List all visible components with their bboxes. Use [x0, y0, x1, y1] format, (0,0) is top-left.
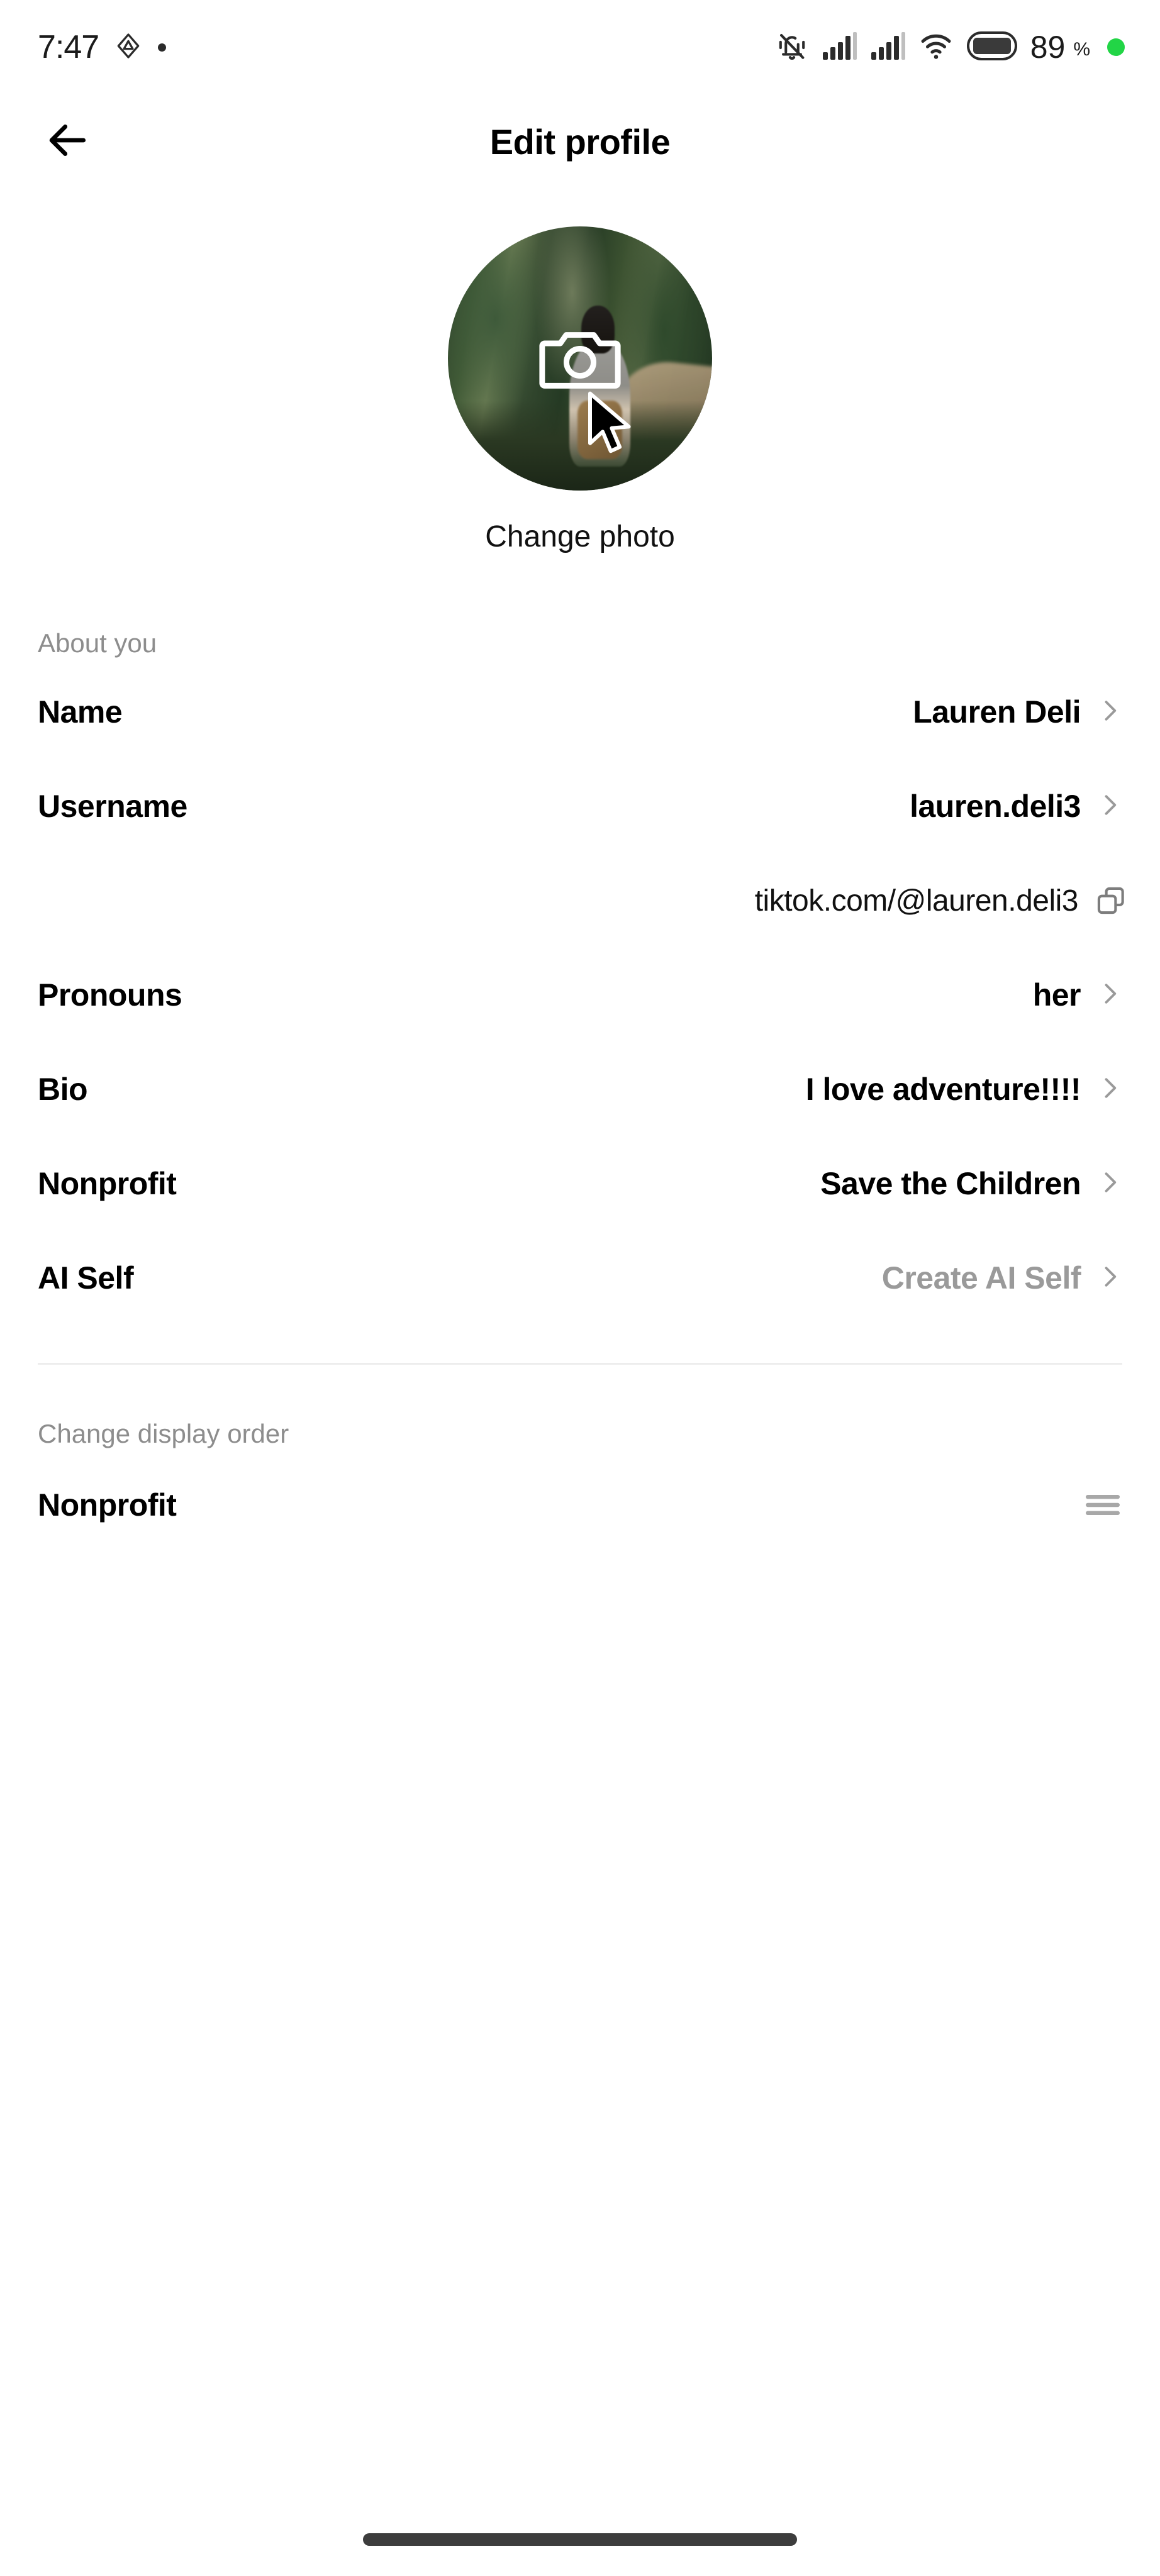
chevron-right-icon	[1096, 791, 1124, 822]
row-value: Save the Children	[820, 1166, 1081, 1201]
row-right: her	[1033, 977, 1124, 1013]
row-profile-url[interactable]: tiktok.com/@lauren.deli3	[0, 853, 1160, 948]
row-label: Username	[38, 789, 187, 824]
row-right: Lauren Deli	[913, 694, 1124, 730]
home-indicator[interactable]	[363, 2533, 797, 2546]
row-value: Lauren Deli	[913, 694, 1081, 730]
row-value: Create AI Self	[881, 1260, 1081, 1296]
change-photo-button[interactable]: Change photo	[485, 519, 675, 554]
row-label: Bio	[38, 1072, 88, 1107]
row-username[interactable]: Username lauren.deli3	[0, 759, 1160, 853]
chevron-right-icon	[1096, 980, 1124, 1011]
copy-icon[interactable]	[1095, 884, 1127, 917]
status-bar: 7:47 89 %	[0, 0, 1160, 94]
row-value: I love adventure!!!!	[805, 1072, 1081, 1107]
back-button[interactable]	[38, 111, 98, 172]
chevron-right-icon	[1096, 1169, 1124, 1199]
mouse-cursor-icon	[585, 390, 638, 458]
page-header: Edit profile	[0, 94, 1160, 189]
avatar-section: Change photo	[0, 226, 1160, 554]
vibrate-off-icon	[776, 30, 808, 65]
status-bar-right: 89 %	[776, 29, 1125, 65]
signal-bars-icon	[822, 31, 857, 64]
drag-handle-icon[interactable]	[1085, 1491, 1121, 1519]
chevron-right-icon	[1096, 697, 1124, 728]
row-label: Nonprofit	[38, 1166, 177, 1201]
row-pronouns[interactable]: Pronouns her	[0, 948, 1160, 1042]
triangle-badge-icon	[114, 31, 143, 64]
row-right: lauren.deli3	[910, 788, 1124, 824]
display-order-item-label: Nonprofit	[38, 1487, 177, 1523]
section-divider	[38, 1363, 1122, 1365]
battery-percent-symbol: %	[1073, 39, 1090, 60]
change-display-order-label: Change display order	[38, 1419, 289, 1448]
row-ai-self[interactable]: AI Self Create AI Self	[0, 1231, 1160, 1325]
row-label: Name	[38, 694, 123, 730]
small-dot-icon	[158, 43, 167, 52]
display-order-item-nonprofit[interactable]: Nonprofit	[0, 1458, 1160, 1552]
page-title: Edit profile	[489, 121, 671, 162]
signal-bars-2-icon	[870, 31, 905, 64]
row-label: Pronouns	[38, 977, 182, 1013]
wifi-icon	[918, 31, 954, 64]
profile-url-text: tiktok.com/@lauren.deli3	[754, 884, 1079, 918]
about-you-rows: Name Lauren Deli Username lauren.deli3 t…	[0, 665, 1160, 1325]
chevron-right-icon	[1096, 1263, 1124, 1294]
row-right: Create AI Self	[882, 1260, 1124, 1296]
row-nonprofit[interactable]: Nonprofit Save the Children	[0, 1136, 1160, 1231]
row-name[interactable]: Name Lauren Deli	[0, 665, 1160, 759]
row-value: her	[1032, 977, 1081, 1013]
row-value: lauren.deli3	[910, 789, 1081, 824]
battery-level: 89	[1030, 30, 1066, 65]
row-right: I love adventure!!!!	[806, 1071, 1124, 1108]
arrow-left-icon	[45, 117, 91, 167]
about-you-section-label: About you	[38, 628, 157, 658]
row-bio[interactable]: Bio I love adventure!!!!	[0, 1042, 1160, 1136]
green-status-dot	[1107, 38, 1125, 56]
battery-icon	[966, 31, 1017, 64]
status-time: 7:47	[38, 29, 99, 65]
row-right: Save the Children	[820, 1165, 1124, 1202]
chevron-right-icon	[1096, 1074, 1124, 1105]
status-bar-left: 7:47	[38, 28, 167, 66]
row-label: AI Self	[38, 1260, 134, 1296]
avatar[interactable]	[448, 226, 712, 491]
camera-icon	[539, 322, 621, 396]
